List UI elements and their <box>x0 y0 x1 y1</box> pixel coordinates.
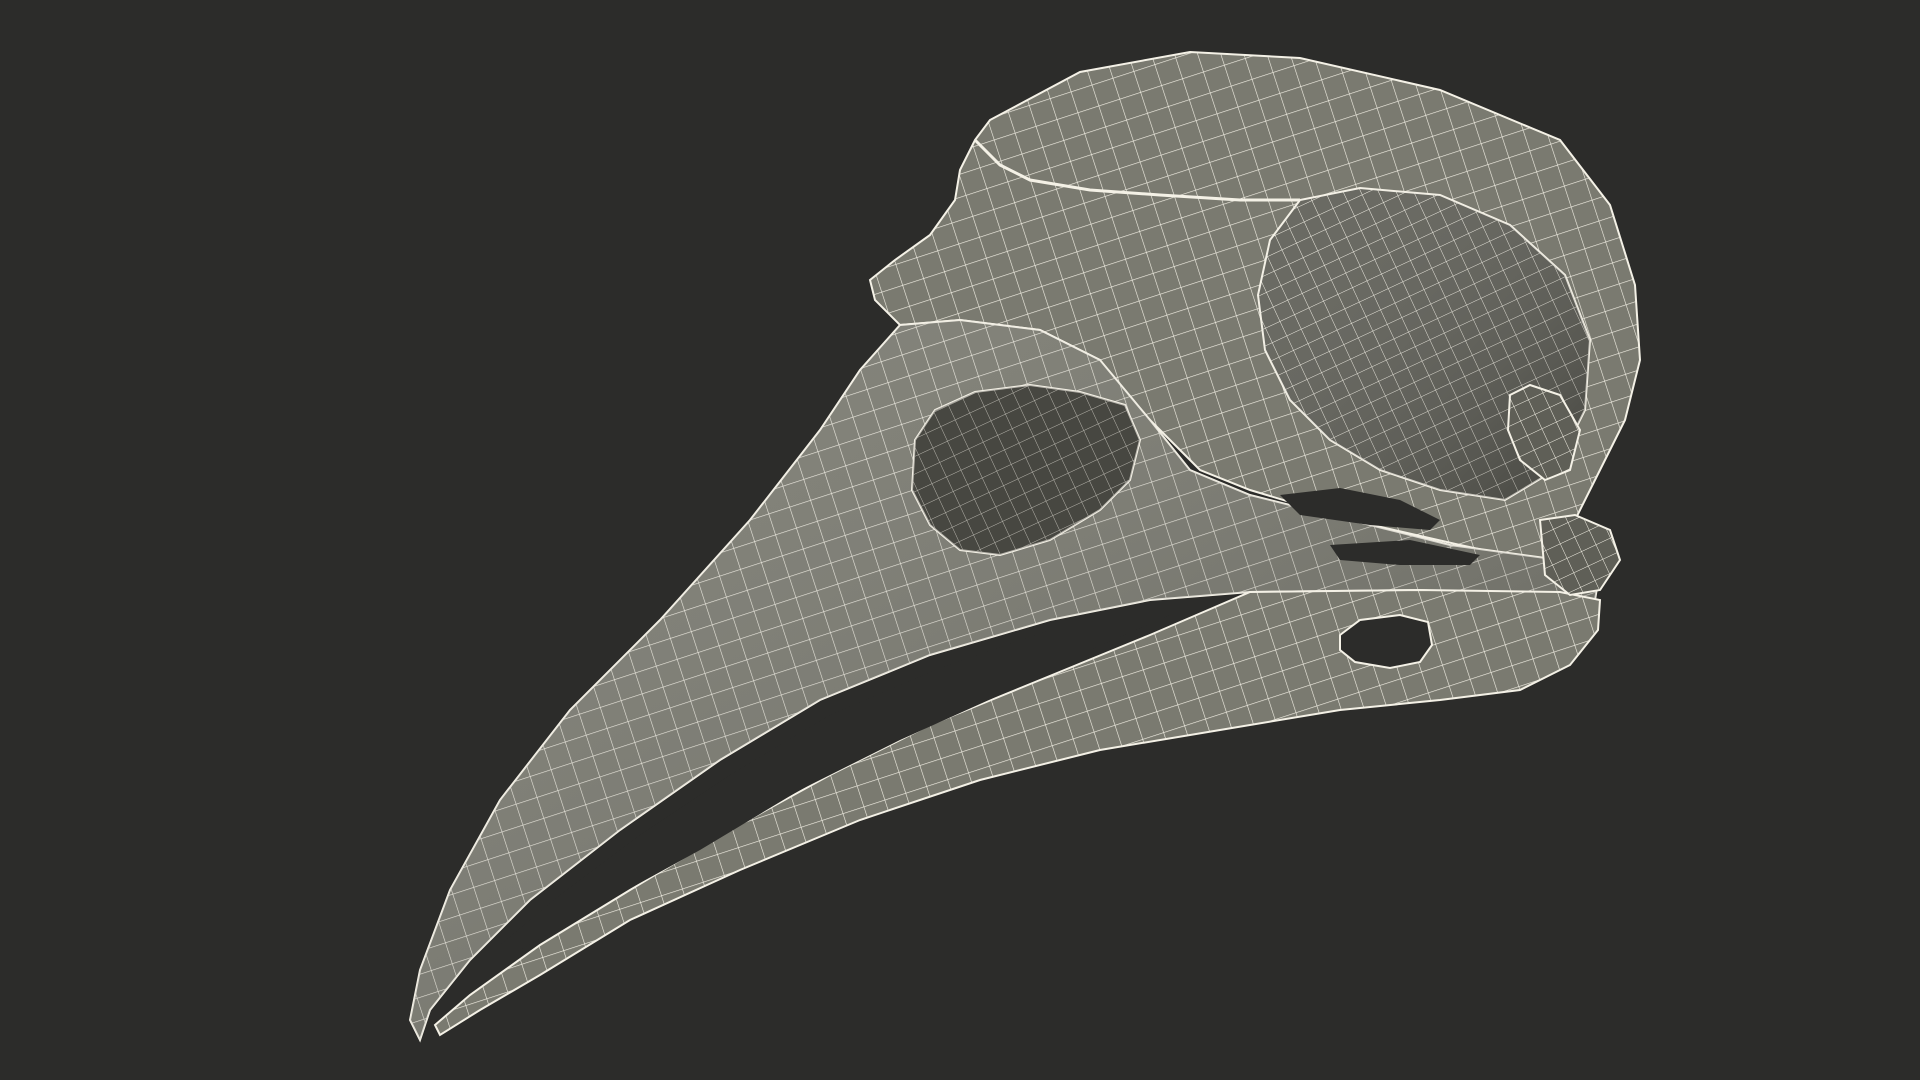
render-viewport <box>0 0 1920 1080</box>
skull-render <box>408 50 1642 1043</box>
